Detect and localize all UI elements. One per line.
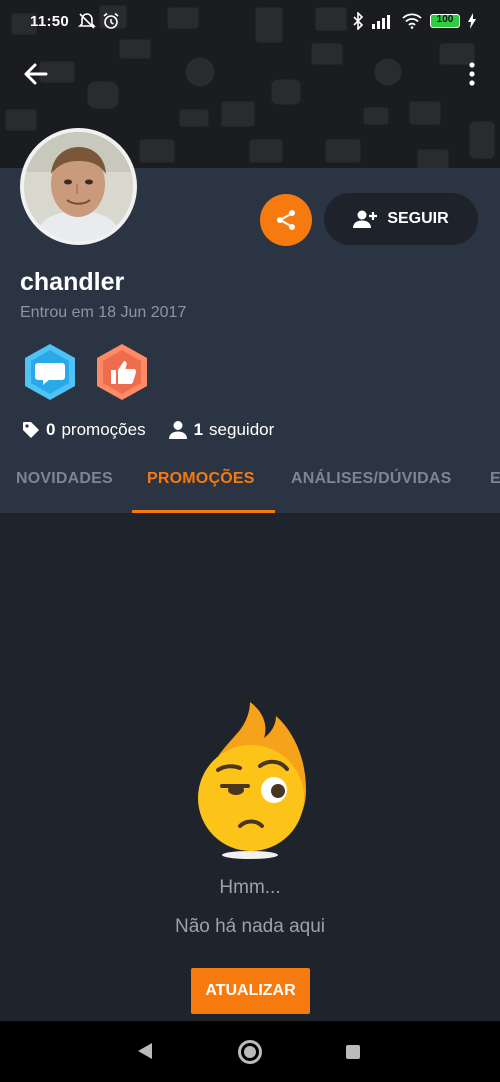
battery-icon: 100 — [430, 14, 460, 28]
tab-novidades[interactable]: NOVIDADES — [16, 470, 113, 488]
signal-icon — [372, 15, 390, 29]
share-icon — [277, 210, 295, 230]
profile-tabs: NOVIDADES PROMOÇÕES ANÁLISES/DÚVIDAS E — [0, 458, 500, 513]
nav-recents-icon[interactable] — [346, 1045, 360, 1059]
alarm-icon — [103, 12, 119, 29]
status-icons-right: 100 — [352, 12, 476, 30]
status-bar: 11:50 100 — [0, 0, 500, 44]
join-date: Entrou em 18 Jun 2017 — [20, 304, 187, 321]
status-time: 11:50 — [30, 13, 70, 30]
empty-state-message: Não há nada aqui — [174, 916, 325, 937]
person-icon — [168, 421, 187, 439]
mute-icon — [78, 13, 96, 29]
follow-label: SEGUIR — [387, 210, 449, 227]
avatar-photo — [24, 132, 133, 241]
back-arrow-icon[interactable] — [20, 58, 52, 90]
avatar — [20, 128, 137, 245]
add-user-icon — [353, 210, 378, 228]
followers-stat[interactable]: 1 seguidor — [168, 420, 275, 440]
share-button[interactable] — [260, 194, 312, 246]
screen: 11:50 100 SEGUIR chandler Entrou em 18 J… — [0, 0, 500, 1082]
promotions-label: promoções — [61, 420, 146, 439]
battery-level: 100 — [436, 14, 454, 25]
tag-icon — [23, 422, 39, 438]
comment-badge-icon[interactable] — [22, 342, 78, 402]
profile-stats: 0 promoções 1 seguidor — [22, 420, 274, 440]
more-options-icon[interactable] — [462, 58, 482, 90]
tab-analises-duvidas[interactable]: ANÁLISES/DÚVIDAS — [291, 470, 452, 488]
nav-home-icon[interactable] — [238, 1040, 262, 1064]
followers-label: seguidor — [209, 420, 275, 439]
promotions-count: 0 — [46, 420, 56, 439]
username: chandler — [20, 268, 125, 296]
status-icons-left — [78, 12, 120, 30]
nav-back-icon[interactable] — [136, 1041, 154, 1061]
follow-button[interactable]: SEGUIR — [324, 193, 478, 245]
tab-promocoes[interactable]: PROMOÇÕES — [147, 470, 255, 488]
active-tab-indicator — [132, 510, 275, 513]
empty-state-title: Hmm... — [219, 877, 281, 898]
followers-count: 1 — [193, 420, 204, 439]
promotions-stat[interactable]: 0 promoções — [22, 420, 146, 440]
confused-flame-mascot-icon — [198, 702, 306, 859]
bluetooth-icon — [353, 12, 364, 30]
wifi-icon — [402, 13, 422, 29]
charging-icon — [468, 13, 476, 29]
tab-partial[interactable]: E — [490, 470, 500, 488]
refresh-button[interactable]: ATUALIZAR — [191, 968, 310, 1014]
system-nav-bar — [0, 1021, 500, 1082]
like-badge-icon[interactable] — [94, 342, 150, 402]
